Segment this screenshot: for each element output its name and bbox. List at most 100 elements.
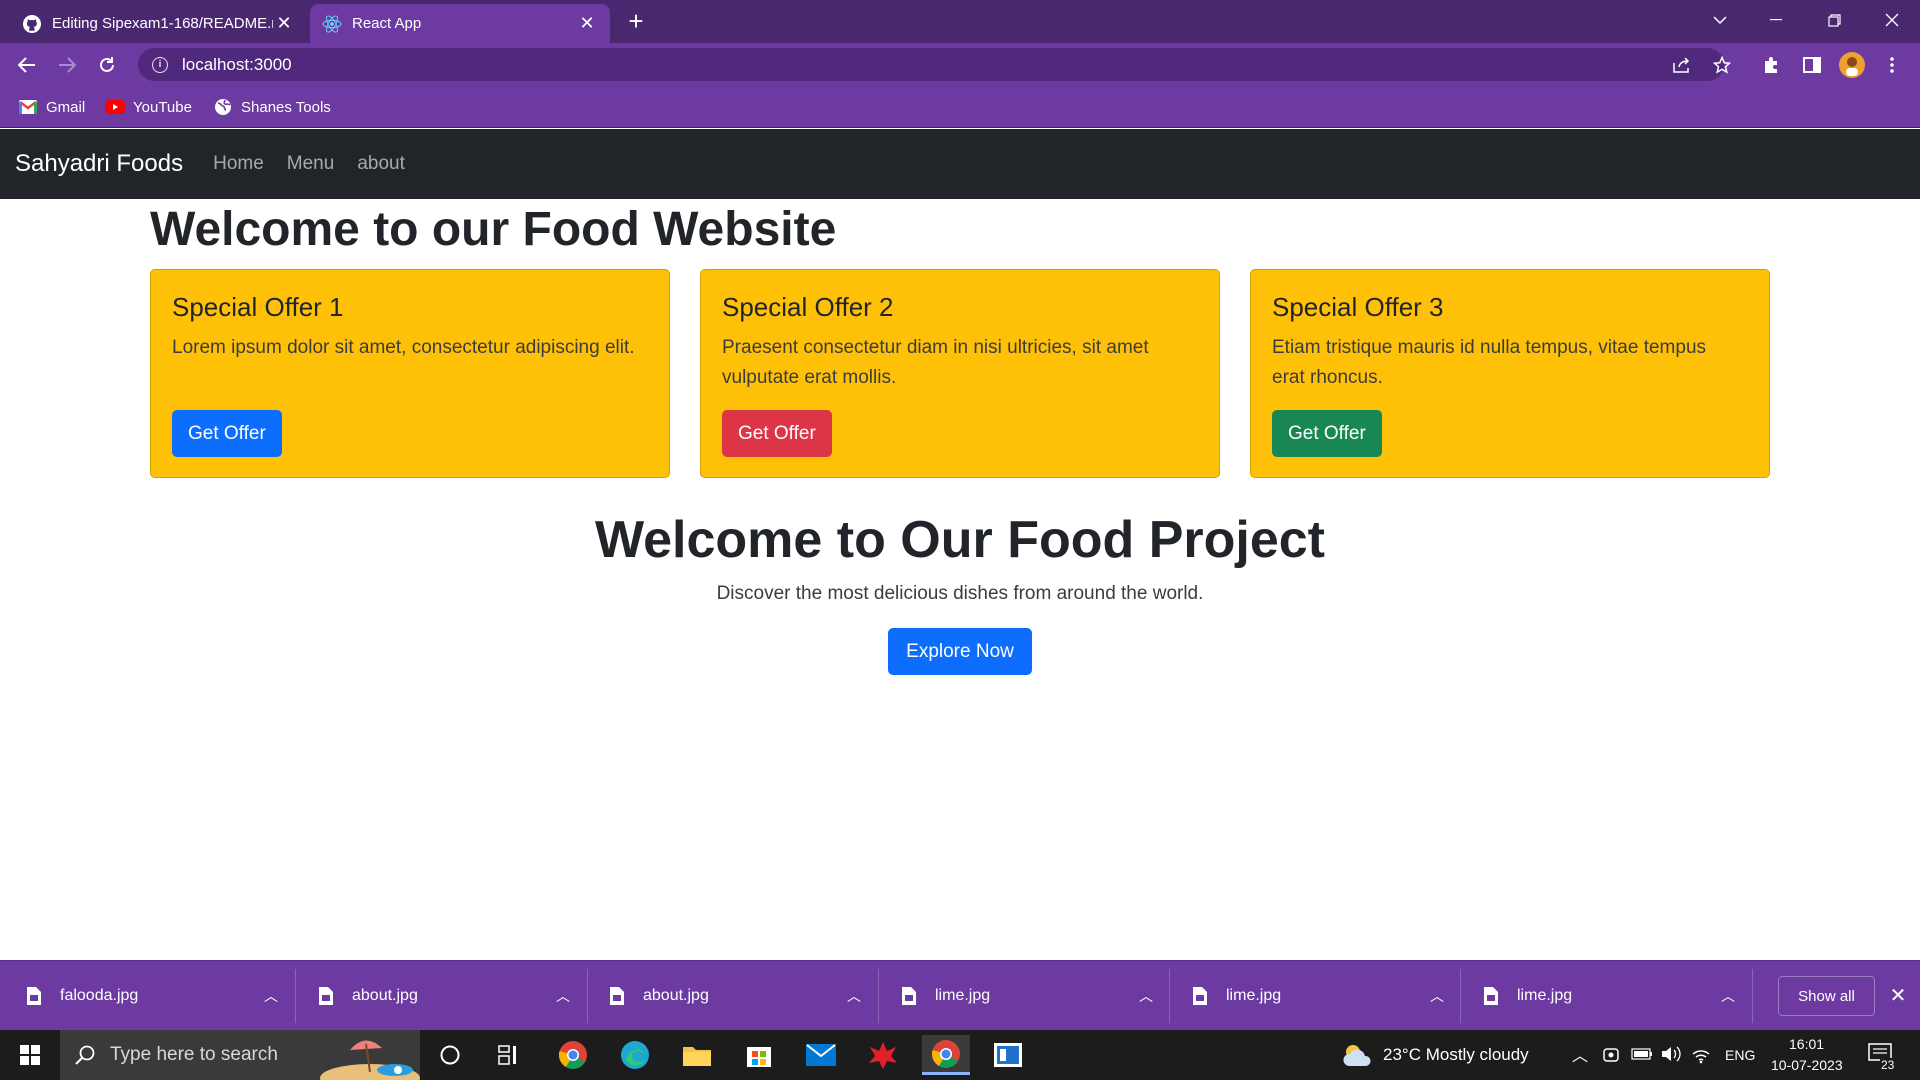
- chevron-up-icon[interactable]: ︿: [543, 986, 583, 1006]
- offer-title: Special Offer 2: [722, 292, 894, 322]
- explore-now-button[interactable]: Explore Now: [888, 628, 1032, 675]
- vscode-window-icon[interactable]: [984, 1035, 1032, 1075]
- tab-github[interactable]: Editing Sipexam1-168/README.md ✕: [10, 4, 307, 43]
- download-item[interactable]: lime.jpg ︿: [1457, 961, 1748, 1031]
- meet-now-icon[interactable]: [1602, 1046, 1620, 1064]
- chevron-up-icon[interactable]: ︿: [1708, 986, 1748, 1006]
- search-icon: [75, 1045, 95, 1065]
- bookmark-gmail[interactable]: Gmail: [18, 95, 85, 119]
- beach-illustration-icon: [320, 1040, 420, 1080]
- nav-link-home[interactable]: Home: [213, 153, 264, 175]
- navbar-brand[interactable]: Sahyadri Foods: [15, 150, 183, 178]
- browser-toolbar: i localhost:3000: [0, 43, 1920, 86]
- site-navbar: Sahyadri Foods Home Menu about: [0, 129, 1920, 199]
- offer-card-3: Special Offer 3 Etiam tristique mauris i…: [1250, 269, 1770, 478]
- extensions-icon[interactable]: [1758, 51, 1786, 79]
- search-placeholder: Type here to search: [110, 1044, 278, 1065]
- back-button[interactable]: [13, 51, 41, 79]
- chevron-up-icon[interactable]: ︿: [834, 986, 874, 1006]
- side-panel-icon[interactable]: [1798, 51, 1826, 79]
- download-item[interactable]: about.jpg ︿: [583, 961, 874, 1031]
- address-bar[interactable]: i localhost:3000: [138, 48, 1724, 81]
- file-icon: [27, 987, 41, 1005]
- bookmark-label: Shanes Tools: [241, 98, 331, 116]
- weather-text[interactable]: 23°C Mostly cloudy: [1383, 1045, 1529, 1065]
- taskbar-search[interactable]: Type here to search: [60, 1030, 420, 1080]
- bookmarks-bar: Gmail YouTube Shanes Tools: [0, 86, 1920, 128]
- globe-icon: [213, 99, 233, 115]
- get-offer-button-3[interactable]: Get Offer: [1272, 410, 1382, 457]
- cortana-icon[interactable]: [426, 1035, 474, 1075]
- close-icon[interactable]: ✕: [1884, 983, 1912, 1011]
- download-filename: lime.jpg: [1226, 987, 1282, 1004]
- nav-link-menu[interactable]: Menu: [287, 153, 335, 175]
- bookmark-shanes-tools[interactable]: Shanes Tools: [213, 95, 331, 119]
- close-window-button[interactable]: [1864, 0, 1920, 40]
- download-item[interactable]: lime.jpg ︿: [875, 961, 1166, 1031]
- chrome-active-taskbar-icon[interactable]: [922, 1035, 970, 1075]
- tab-react-app[interactable]: React App ✕: [310, 4, 610, 43]
- browser-tabstrip: Editing Sipexam1-168/README.md ✕ React A…: [0, 0, 1920, 43]
- menu-kebab-icon[interactable]: [1878, 51, 1906, 79]
- new-tab-button[interactable]: +: [622, 8, 650, 36]
- tab-title: React App: [352, 15, 422, 32]
- download-item[interactable]: lime.jpg ︿: [1166, 961, 1457, 1031]
- download-filename: lime.jpg: [935, 987, 991, 1004]
- download-filename: about.jpg: [352, 987, 418, 1004]
- close-icon[interactable]: ✕: [576, 13, 598, 34]
- offer-text: Lorem ipsum dolor sit amet, consectetur …: [172, 337, 635, 358]
- microsoft-store-icon[interactable]: [735, 1035, 783, 1075]
- notification-count: 23: [1880, 1058, 1896, 1072]
- get-offer-button-2[interactable]: Get Offer: [722, 410, 832, 457]
- wifi-icon[interactable]: [1691, 1046, 1711, 1064]
- info-icon[interactable]: i: [152, 56, 168, 73]
- file-icon: [610, 987, 624, 1005]
- file-icon: [319, 987, 333, 1005]
- nav-link-about[interactable]: about: [357, 153, 405, 175]
- task-view-icon[interactable]: [485, 1035, 533, 1075]
- reload-button[interactable]: [93, 51, 121, 79]
- profile-avatar[interactable]: [1838, 51, 1866, 79]
- offer-text: Etiam tristique mauris id nulla tempus, …: [1272, 337, 1707, 388]
- share-icon[interactable]: [1668, 51, 1696, 79]
- close-icon[interactable]: ✕: [273, 13, 295, 34]
- clock-date[interactable]: 10-07-2023: [1771, 1057, 1843, 1073]
- windows-start-icon[interactable]: [6, 1035, 54, 1075]
- offer-card-2: Special Offer 2 Praesent consectetur dia…: [700, 269, 1220, 478]
- file-icon: [902, 987, 916, 1005]
- language-indicator[interactable]: ENG: [1725, 1047, 1755, 1063]
- chevron-up-icon[interactable]: ︿: [1417, 986, 1457, 1006]
- tab-search-icon[interactable]: [1692, 0, 1748, 40]
- hero-title: Welcome to Our Food Project: [594, 511, 1325, 569]
- bookmark-star-icon[interactable]: [1708, 51, 1736, 79]
- download-item[interactable]: falooda.jpg ︿: [0, 961, 291, 1031]
- github-icon: [22, 14, 42, 34]
- download-item[interactable]: about.jpg ︿: [292, 961, 583, 1031]
- weather-cloud-icon[interactable]: [1334, 1035, 1382, 1075]
- chevron-up-icon[interactable]: ︿: [1126, 986, 1166, 1006]
- forward-button[interactable]: [53, 51, 81, 79]
- offer-text: Praesent consectetur diam in nisi ultric…: [722, 337, 1149, 388]
- volume-icon[interactable]: [1660, 1045, 1682, 1063]
- hero-subtitle: Discover the most delicious dishes from …: [716, 583, 1204, 604]
- youtube-icon: [105, 99, 125, 115]
- get-offer-button-1[interactable]: Get Offer: [172, 410, 282, 457]
- file-icon: [1484, 987, 1498, 1005]
- minimize-button[interactable]: [1748, 0, 1804, 40]
- show-all-button[interactable]: Show all: [1778, 976, 1875, 1016]
- tab-title: Editing Sipexam1-168/README.md: [52, 15, 273, 32]
- tray-chevron-up-icon[interactable]: ︿: [1572, 1042, 1588, 1066]
- file-icon: [1193, 987, 1207, 1005]
- file-explorer-icon[interactable]: [673, 1035, 721, 1075]
- clock-time[interactable]: 16:01: [1789, 1036, 1824, 1052]
- chevron-up-icon[interactable]: ︿: [251, 986, 291, 1006]
- offer-card-1: Special Offer 1 Lorem ipsum dolor sit am…: [150, 269, 670, 478]
- bookmark-youtube[interactable]: YouTube: [105, 95, 192, 119]
- edge-icon[interactable]: [611, 1035, 659, 1075]
- mail-icon[interactable]: [797, 1035, 845, 1075]
- restore-button[interactable]: [1806, 0, 1862, 40]
- chrome-taskbar-icon[interactable]: [549, 1035, 597, 1075]
- battery-icon[interactable]: [1631, 1048, 1653, 1060]
- page-title: Welcome to our Food Website: [150, 203, 837, 256]
- game-app-icon[interactable]: [859, 1035, 907, 1075]
